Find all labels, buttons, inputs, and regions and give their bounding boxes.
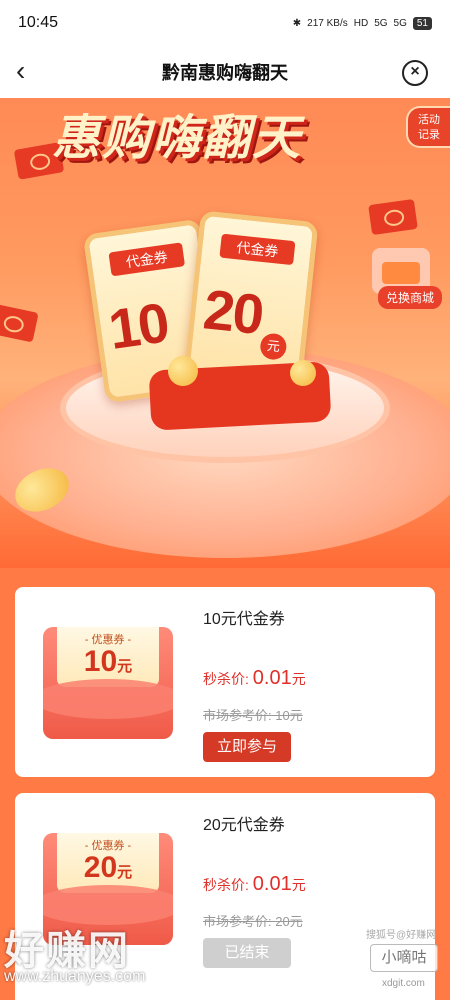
voucher-amount: 10 — [104, 290, 172, 361]
product-name: 10元代金券 — [203, 611, 285, 628]
red-envelope-icon — [0, 303, 39, 343]
activity-record-button[interactable]: 活动 记录 — [406, 106, 450, 148]
hd-icon: HD — [353, 17, 369, 29]
signal-sim2-icon: 5G — [393, 17, 407, 29]
watermark-badge: 小嘀咕 — [370, 944, 438, 972]
coupon-value: 20元 — [83, 851, 133, 884]
coupon-value: 10元 — [83, 645, 133, 678]
back-chevron-icon[interactable]: ‹ — [16, 57, 44, 86]
product-card: - 优惠券 - 10元 10元代金券 秒杀价: 0.01元 市场参考价: 10元… — [15, 587, 435, 777]
gold-coin-icon — [290, 360, 316, 386]
flash-price: 秒杀价: 0.01元 — [203, 667, 306, 689]
envelope-flap — [43, 679, 173, 719]
hero-banner: 惠购嗨翻天 活动 记录 兑换商城 代金券 10 代金券 20 元 — [0, 98, 450, 568]
ended-button[interactable]: 已结束 — [203, 938, 291, 968]
battery-icon: 51 — [412, 16, 432, 30]
nav-bar: ‹ 黔南惠购嗨翻天 × — [0, 46, 450, 98]
hero-title: 惠购嗨翻天 — [52, 110, 303, 166]
product-name: 20元代金券 — [203, 817, 285, 834]
signal-sim1-icon: 5G — [374, 17, 388, 29]
voucher-unit: 元 — [259, 332, 288, 361]
close-circle-icon[interactable]: × — [402, 60, 428, 86]
watermark-caption: 搜狐号@好赚网 — [366, 930, 437, 941]
voucher-tag: 代金券 — [219, 233, 296, 266]
voucher-amount: 20 — [200, 277, 266, 347]
net-speed: 217 KB/s — [307, 17, 348, 29]
coupon-image: - 优惠券 - 10元 — [43, 627, 173, 739]
market-price: 市场参考价: 20元 — [203, 914, 303, 929]
gold-coin-icon — [168, 356, 198, 386]
bluetooth-icon: ✱ — [292, 17, 302, 29]
status-time: 10:45 — [18, 14, 59, 31]
status-icons: ✱ 217 KB/s HD 5G 5G 51 — [292, 16, 432, 30]
exchange-mall-button[interactable]: 兑换商城 — [377, 286, 442, 309]
red-envelope-icon — [368, 198, 418, 236]
join-now-button[interactable]: 立即参与 — [203, 732, 291, 762]
voucher-tag: 代金券 — [108, 242, 186, 277]
market-price: 市场参考价: 10元 — [203, 708, 303, 723]
page-title: 黔南惠购嗨翻天 — [162, 63, 288, 83]
watermark-url-right: xdgit.com — [382, 978, 425, 989]
flash-price: 秒杀价: 0.01元 — [203, 873, 306, 895]
watermark-url: www.zhuanyes.com — [4, 968, 146, 985]
status-bar: 10:45 ✱ 217 KB/s HD 5G 5G 51 — [0, 0, 450, 46]
